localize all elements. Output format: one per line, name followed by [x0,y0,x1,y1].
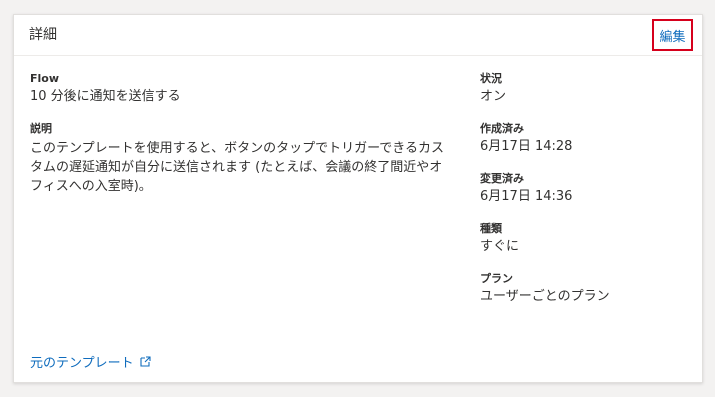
plan-value: ユーザーごとのプラン [480,289,610,304]
edit-highlight-box: 編集 [652,19,693,51]
description-label: 説明 [30,122,52,135]
original-template-link[interactable]: 元のテンプレート [30,352,152,371]
external-link-icon [140,356,151,367]
details-card: 詳細 編集 Flow 10 分後に通知を送信する 説明 このテンプレートを使用す… [13,14,703,383]
modified-value: 6月17日 14:36 [480,189,573,204]
edit-link[interactable]: 編集 [659,26,685,45]
plan-label: プラン [480,272,513,285]
description-value: このテンプレートを使用すると、ボタンのタップでトリガーできるカスタムの遅延通知が… [30,141,445,194]
type-label: 種類 [480,222,502,235]
card-title: 詳細 [29,27,57,43]
created-label: 作成済み [480,122,524,135]
status-value: オン [480,89,507,104]
flow-label: Flow [30,72,60,85]
original-template-label: 元のテンプレート [30,356,134,371]
modified-label: 変更済み [480,172,524,185]
card-header: 詳細 編集 [14,15,702,56]
flow-value: 10 分後に通知を送信する [30,89,181,104]
created-value: 6月17日 14:28 [480,139,573,154]
status-label: 状況 [480,72,502,85]
type-value: すぐに [480,239,520,254]
